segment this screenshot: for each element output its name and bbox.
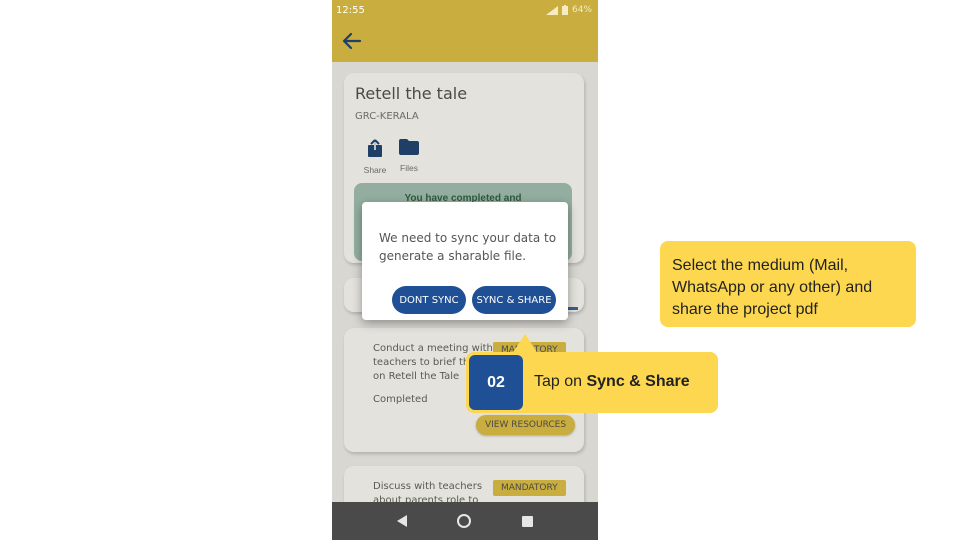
- step-highlight: Sync & Share: [586, 373, 690, 390]
- status-time: 12:55: [336, 4, 365, 16]
- step-prefix: Tap on: [534, 373, 587, 390]
- sync-share-button[interactable]: SYNC & SHARE: [472, 286, 556, 314]
- battery-level: 64%: [571, 5, 592, 15]
- files-label: Files: [400, 163, 418, 173]
- app-bar: [332, 20, 598, 62]
- progress-bar: [568, 307, 578, 310]
- share-action[interactable]: Share: [360, 139, 390, 175]
- files-action[interactable]: Files: [394, 139, 424, 173]
- task-status: Completed: [373, 394, 428, 405]
- status-icons: 64%: [545, 5, 592, 15]
- home-circle-icon[interactable]: [456, 513, 472, 529]
- dont-sync-button[interactable]: DONT SYNC: [392, 286, 466, 314]
- battery-icon: [561, 5, 568, 15]
- share-label: Share: [363, 165, 387, 175]
- sync-dialog: We need to sync your data to generate a …: [362, 202, 568, 320]
- folder-icon: [399, 139, 419, 155]
- mandatory-badge: MANDATORY: [493, 480, 566, 496]
- dialog-message: We need to sync your data to generate a …: [379, 231, 557, 263]
- project-title: Retell the tale: [355, 84, 468, 103]
- medium-callout: Select the medium (Mail, WhatsApp or any…: [660, 241, 916, 327]
- system-nav-bar: [332, 502, 598, 540]
- step-number: 02: [469, 355, 523, 410]
- share-icon: [368, 139, 382, 157]
- recents-square-icon[interactable]: [522, 515, 534, 527]
- arrow-left-icon[interactable]: [340, 29, 364, 53]
- back-triangle-icon[interactable]: [396, 515, 407, 527]
- tutorial-slide: 12:55 64% Retell the tale GRC-KERALA Sha…: [0, 0, 960, 540]
- callout-pointer: [512, 334, 538, 354]
- step-instruction: Tap on Sync & Share: [534, 373, 690, 391]
- status-bar: 12:55 64%: [332, 0, 598, 20]
- view-resources-button[interactable]: VIEW RESOURCES: [476, 415, 576, 435]
- project-subtitle: GRC-KERALA: [355, 111, 419, 122]
- signal-icon: [545, 5, 558, 15]
- phone-screen: 12:55 64% Retell the tale GRC-KERALA Sha…: [332, 0, 598, 540]
- step-callout: 02 Tap on Sync & Share: [466, 352, 718, 413]
